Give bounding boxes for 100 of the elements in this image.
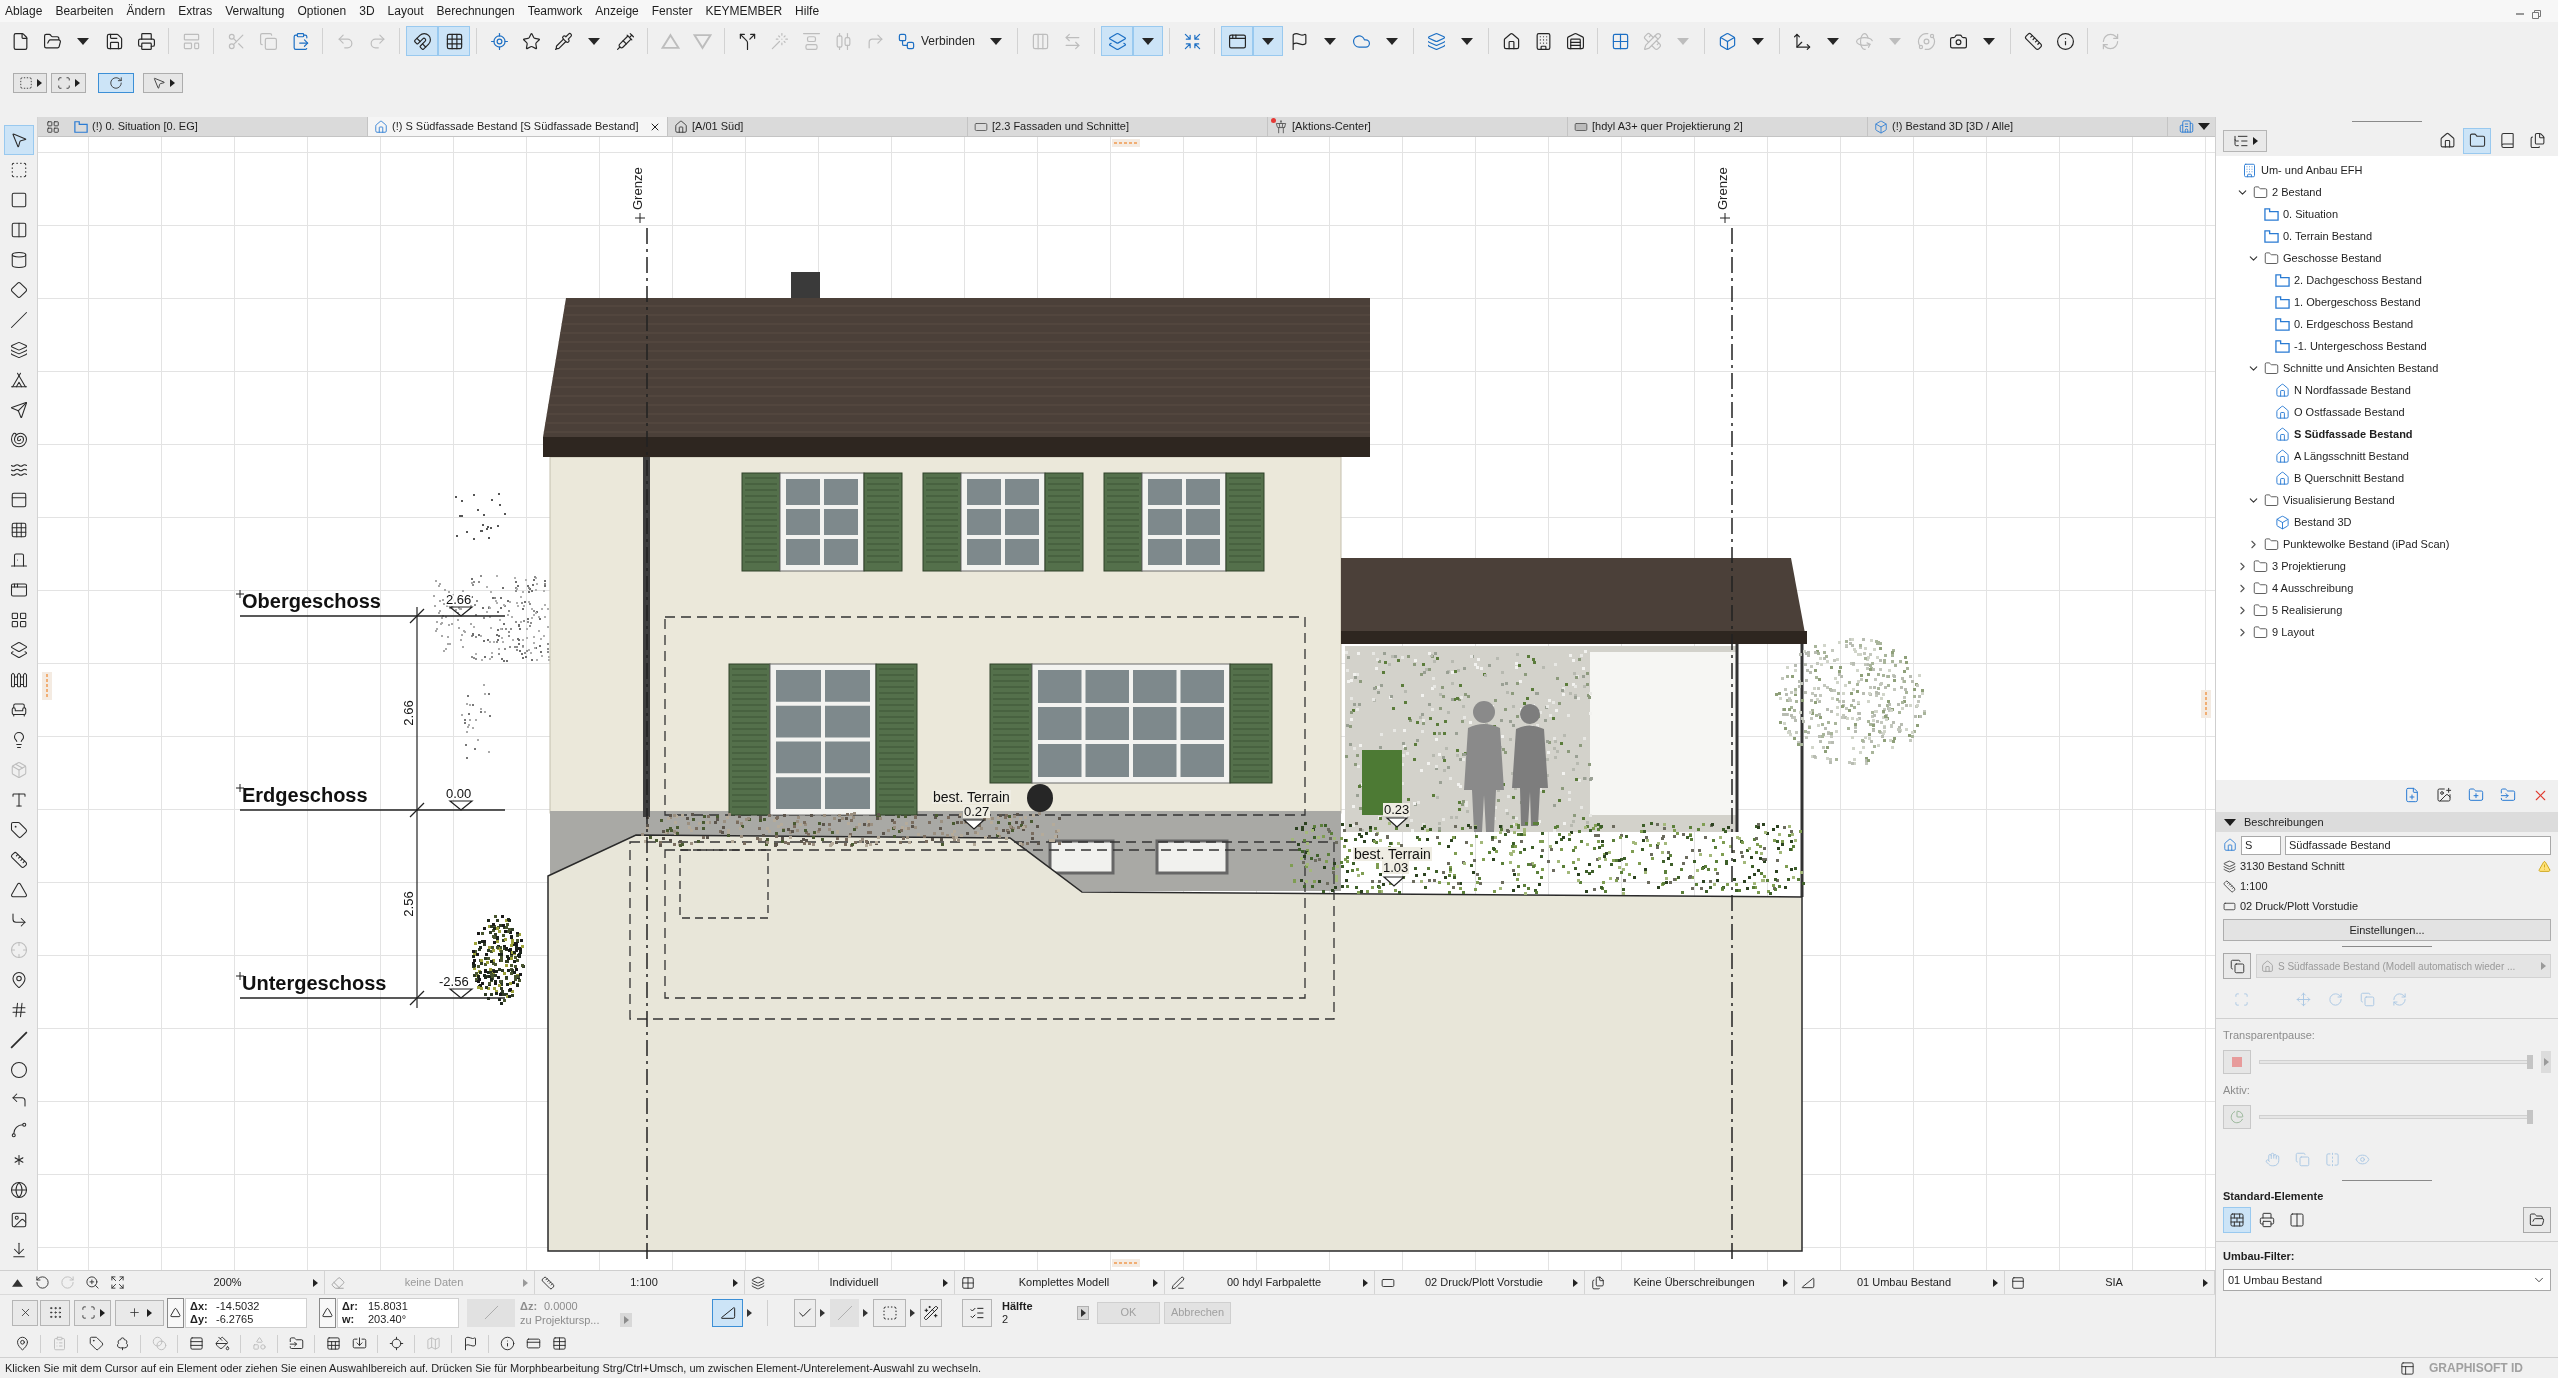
toolbar-button[interactable] <box>1221 26 1254 56</box>
menu-item[interactable]: KEYMEMBER <box>705 2 783 20</box>
menu-item[interactable]: Ablage <box>5 2 43 20</box>
snap-dropdown-button[interactable] <box>1077 1305 1089 1320</box>
dropdown-button[interactable] <box>1253 26 1284 56</box>
folder-button[interactable] <box>2523 1207 2551 1233</box>
house-icon <box>2275 404 2290 420</box>
windows-icon[interactable] <box>2400 1360 2415 1376</box>
tree-item[interactable]: -1. Untergeschoss Bestand <box>2257 335 2550 357</box>
toolbar-button[interactable] <box>13 73 47 93</box>
tree-item[interactable]: N Nordfassade Bestand <box>2257 379 2550 401</box>
tree-item[interactable]: 9 Layout <box>2235 621 2550 643</box>
toolbar-button[interactable] <box>51 73 86 93</box>
view-setting-dropdown[interactable]: 00 hdyl Farbpalette <box>1165 1271 1375 1294</box>
view-setting-dropdown[interactable]: Keine Überschreibungen <box>1585 1271 1795 1294</box>
tree-item[interactable]: Bestand 3D <box>2257 511 2550 533</box>
view-setting-dropdown[interactable]: Komplettes Modell <box>955 1271 1165 1294</box>
tree-item[interactable]: Punktewolke Bestand (iPad Scan) <box>2246 533 2550 555</box>
caret-right-icon <box>2543 1058 2549 1066</box>
caret-right-icon <box>909 1308 915 1317</box>
view-setting-dropdown[interactable]: Individuell <box>745 1271 955 1294</box>
navigator-menu-button[interactable] <box>2223 129 2267 152</box>
menu-item[interactable]: Hilfe <box>795 2 820 20</box>
dropdown-button[interactable] <box>1133 26 1164 56</box>
tree-item[interactable]: 0. Situation <box>2246 203 2550 225</box>
standard-element-button[interactable] <box>2223 1207 2251 1233</box>
tree-item[interactable]: 4 Ausschreibung <box>2235 577 2550 599</box>
restore-icon[interactable] <box>2532 9 2541 19</box>
caret-right-icon <box>99 1308 105 1317</box>
menu-item[interactable]: Fenster <box>651 2 693 20</box>
cube-icon <box>1874 119 1888 134</box>
tree-item[interactable]: Um- und Anbau EFH <box>2224 159 2550 181</box>
tree-item[interactable]: 1. Obergeschoss Bestand <box>2257 291 2550 313</box>
toolbar-button[interactable] <box>920 1298 942 1327</box>
tree-item[interactable]: 2. Dachgeschoss Bestand <box>2257 269 2550 291</box>
tree-item[interactable]: 5 Realisierung <box>2235 599 2550 621</box>
menu-item[interactable]: 3D <box>359 2 375 20</box>
filter-dropdown[interactable]: 01 Umbau Bestand <box>2223 1269 2551 1291</box>
toolbar-button[interactable] <box>143 73 183 93</box>
view-setting-dropdown[interactable]: 1:100 <box>535 1271 745 1294</box>
level-marker-icon <box>1382 876 1406 887</box>
relative-mode-button[interactable] <box>167 1297 184 1328</box>
toolbar-button[interactable] <box>406 26 438 56</box>
folder-icon <box>2275 338 2290 354</box>
terrain-label: best. Terrain <box>932 790 1011 804</box>
menu-item[interactable]: Ändern <box>126 2 166 20</box>
name-field[interactable]: Südfassade Bestand <box>2285 835 2551 855</box>
tool-button[interactable] <box>3 125 34 155</box>
settings-button[interactable]: Einstellungen... <box>2223 919 2551 941</box>
tab[interactable]: [Aktions-Center] <box>1268 117 1568 136</box>
section-header[interactable]: Beschreibungen <box>2216 812 2558 832</box>
dashed-square-icon <box>881 1304 898 1321</box>
cross-marker-icon <box>1719 212 1731 224</box>
toolbar-button[interactable] <box>438 26 470 56</box>
tree-item[interactable]: 2 Bestand <box>2235 181 2550 203</box>
tree-item[interactable]: 0. Erdgeschoss Bestand <box>2257 313 2550 335</box>
menu-item[interactable]: Extras <box>178 2 213 20</box>
menu-item[interactable]: Verwaltung <box>225 2 285 20</box>
layers-icon <box>751 1275 765 1290</box>
menu-item[interactable]: Berechnungen <box>436 2 515 20</box>
folder-icon <box>2253 624 2268 640</box>
view-map-button[interactable] <box>2463 127 2491 154</box>
menu-item[interactable]: Layout <box>387 2 424 20</box>
tree-item[interactable]: O Ostfassade Bestand <box>2257 401 2550 423</box>
view-setting-dropdown[interactable]: 200% <box>140 1271 325 1294</box>
snap-value: 2 <box>1002 1312 1010 1326</box>
tree-item[interactable]: 0. Terrain Bestand <box>2246 225 2550 247</box>
drawing-canvas[interactable]: Grenze Grenze Obergeschoss 2.66 Erdgeschoss 0.00 Untergeschoss -2.56 2.66 2.56 best. Terrain 0.27 0.23 best. Terrain 1.03 <box>38 137 2215 1270</box>
files-icon <box>2528 132 2546 149</box>
triangle-icon <box>1801 1275 1815 1290</box>
reference-dropdown-button[interactable] <box>620 1312 632 1327</box>
tree-item[interactable]: 3 Projektierung <box>2235 555 2550 577</box>
coordinate-label: w: <box>342 1312 356 1326</box>
view-setting-dropdown[interactable]: 01 Umbau Bestand <box>1795 1271 2005 1294</box>
eraser-icon <box>331 1275 345 1290</box>
menu-item[interactable]: Bearbeiten <box>55 2 114 20</box>
toolbar-button[interactable] <box>115 1299 164 1326</box>
caret-icon <box>2224 818 2236 826</box>
toolbar-button[interactable] <box>712 1298 743 1327</box>
folder-icon <box>2253 184 2268 200</box>
id-field[interactable]: S <box>2241 835 2281 855</box>
source-button[interactable] <box>2223 953 2251 979</box>
house-icon <box>674 119 688 134</box>
menu-item[interactable]: Anzeige <box>595 2 639 20</box>
view-setting-dropdown[interactable]: 02 Druck/Plott Vorstudie <box>1375 1271 1585 1294</box>
coordinate-value: 15.8031 <box>368 1299 409 1313</box>
tree-item[interactable]: Geschosse Bestand <box>2246 247 2550 269</box>
toolbar-button[interactable]: Verbinden <box>891 26 982 56</box>
menu-item[interactable]: Optionen <box>297 2 347 20</box>
tree-item[interactable]: B Querschnitt Bestand <box>2257 467 2550 489</box>
tree-item[interactable]: Visualisierung Bestand <box>2246 489 2550 511</box>
tree-item[interactable]: S Südfassade Bestand <box>2257 423 2550 445</box>
basement-window <box>1048 839 1115 875</box>
tab[interactable]: (!) S Südfassade Bestand [S Südfassade Bestand] <box>368 117 668 136</box>
tree-item[interactable]: A Längsschnitt Bestand <box>2257 445 2550 467</box>
tree-item[interactable]: Schnitte und Ansichten Bestand <box>2246 357 2550 379</box>
swatch-button[interactable] <box>2223 1050 2251 1074</box>
relative-mode-button[interactable] <box>319 1297 336 1328</box>
folder-icon <box>2253 558 2268 574</box>
menu-item[interactable]: Teamwork <box>527 2 583 20</box>
